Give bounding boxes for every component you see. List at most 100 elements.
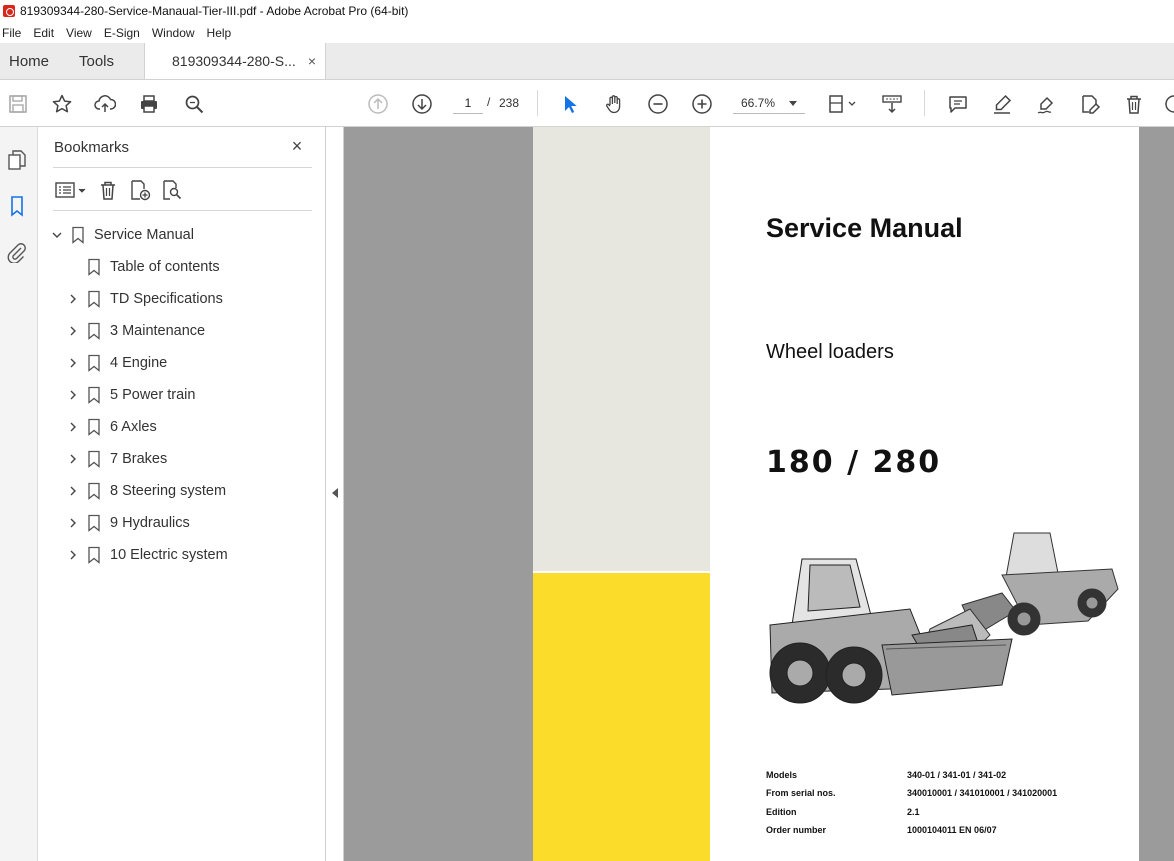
toolbar: 1 / 238 66.7%: [0, 80, 1174, 127]
select-arrow-icon[interactable]: [558, 92, 582, 116]
prev-page-icon[interactable]: [366, 92, 390, 116]
find-bookmark-icon[interactable]: [159, 178, 185, 202]
chevron-right-icon[interactable]: [67, 485, 79, 497]
star-icon[interactable]: [50, 92, 74, 116]
menu-file[interactable]: File: [0, 26, 27, 40]
wheel-loader-illustration: [769, 532, 1119, 704]
bookmark-label: 5 Power train: [110, 387, 196, 403]
bookmark-label: 6 Axles: [110, 419, 157, 435]
bookmark-item[interactable]: 10 Electric system: [39, 539, 326, 571]
scroll-mode-icon[interactable]: [880, 92, 904, 116]
zoom-select[interactable]: 66.7%: [733, 92, 805, 114]
bookmark-item[interactable]: Service Manual: [39, 219, 326, 251]
window-title: 819309344-280-Service-Manaual-Tier-III.p…: [20, 4, 409, 18]
bookmark-label: Table of contents: [110, 259, 220, 275]
page-thumbnails-icon[interactable]: [6, 149, 28, 171]
bookmark-label: 8 Steering system: [110, 483, 227, 499]
more-tools-icon[interactable]: [1162, 92, 1174, 116]
bookmark-label: TD Specifications: [110, 291, 223, 307]
bookmark-item[interactable]: TD Specifications: [39, 283, 326, 315]
bookmark-item[interactable]: Table of contents: [39, 251, 326, 283]
tab-row: Home Tools 819309344-280-S... ×: [0, 43, 1174, 80]
info-key: Models: [766, 770, 798, 780]
info-key: Edition: [766, 806, 797, 817]
bookmark-item[interactable]: 6 Axles: [39, 411, 326, 443]
cover-gray-band: [533, 127, 710, 571]
search-icon[interactable]: [182, 92, 206, 116]
acrobat-logo-icon: [3, 5, 15, 17]
chevron-right-icon[interactable]: [67, 293, 79, 305]
bookmark-icon: [87, 482, 101, 500]
menu-view[interactable]: View: [64, 26, 98, 40]
toolbar-divider: [924, 90, 925, 116]
page-number-input[interactable]: 1: [453, 92, 483, 114]
document-subtitle: Wheel loaders: [766, 341, 894, 363]
tab-document[interactable]: 819309344-280-S... ×: [144, 43, 326, 79]
next-page-icon[interactable]: [410, 92, 434, 116]
panel-collapse-handle[interactable]: [326, 127, 344, 861]
document-viewer[interactable]: Service Manual Wheel loaders 180 / 280 M…: [344, 127, 1174, 861]
tab-tools[interactable]: Tools: [70, 43, 144, 79]
bookmark-item[interactable]: 9 Hydraulics: [39, 507, 326, 539]
zoom-out-icon[interactable]: [646, 92, 670, 116]
chevron-right-icon[interactable]: [67, 517, 79, 529]
save-icon[interactable]: [6, 92, 30, 116]
menu-edit[interactable]: Edit: [31, 26, 60, 40]
chevron-right-icon[interactable]: [67, 453, 79, 465]
chevron-right-icon[interactable]: [67, 389, 79, 401]
bookmark-item[interactable]: 3 Maintenance: [39, 315, 326, 347]
bookmark-item[interactable]: 8 Steering system: [39, 475, 326, 507]
left-rail: [0, 127, 38, 861]
info-value: 1000104011 EN 06/07: [907, 824, 997, 835]
bookmarks-panel: Bookmarks × Service Manual Table of conte…: [39, 127, 326, 861]
hand-icon[interactable]: [602, 92, 626, 116]
document-title: Service Manual: [766, 213, 963, 243]
page-separator: /: [487, 95, 491, 109]
highlight-icon[interactable]: [990, 92, 1014, 116]
info-key: From serial nos.: [766, 788, 836, 799]
bookmark-label: 7 Brakes: [110, 451, 168, 467]
close-panel-icon[interactable]: ×: [288, 137, 306, 155]
bookmark-item[interactable]: 5 Power train: [39, 379, 326, 411]
delete-bookmark-icon[interactable]: [95, 178, 121, 202]
menu-bar: File Edit View E-Sign Window Help: [0, 22, 1174, 43]
bookmark-label: 3 Maintenance: [110, 323, 206, 339]
chevron-right-icon[interactable]: [67, 357, 79, 369]
bookmark-icon: [87, 354, 101, 372]
sign-icon[interactable]: [1034, 92, 1058, 116]
edit-icon[interactable]: [1078, 92, 1102, 116]
info-value: 340010001 / 341010001 / 341020001: [907, 788, 1058, 799]
bookmark-icon: [87, 386, 101, 404]
attachments-icon[interactable]: [6, 241, 28, 263]
menu-help[interactable]: Help: [205, 26, 238, 40]
chevron-down-icon[interactable]: [51, 229, 63, 241]
delete-icon[interactable]: [1122, 92, 1146, 116]
menu-esign[interactable]: E-Sign: [102, 26, 146, 40]
bookmark-item[interactable]: 7 Brakes: [39, 443, 326, 475]
chevron-down-icon: [789, 101, 797, 106]
zoom-in-icon[interactable]: [690, 92, 714, 116]
bookmark-icon: [87, 290, 101, 308]
chevron-right-icon[interactable]: [67, 421, 79, 433]
new-bookmark-icon[interactable]: [127, 178, 153, 202]
bookmark-icon: [87, 450, 101, 468]
bookmark-icon: [87, 322, 101, 340]
page-fit-icon[interactable]: [826, 92, 858, 116]
tab-home[interactable]: Home: [0, 43, 70, 79]
menu-window[interactable]: Window: [150, 26, 201, 40]
bookmarks-icon[interactable]: [6, 195, 28, 217]
close-tab-icon[interactable]: ×: [308, 53, 316, 69]
print-icon[interactable]: [137, 92, 161, 116]
document-model: 180 / 280: [766, 445, 942, 480]
bookmark-options-icon[interactable]: [53, 178, 89, 202]
chevron-right-icon[interactable]: [67, 549, 79, 561]
bookmark-tools: [53, 177, 191, 203]
bookmark-label: Service Manual: [94, 227, 194, 243]
bookmark-icon: [87, 418, 101, 436]
chevron-right-icon[interactable]: [67, 325, 79, 337]
info-value: 2.1: [907, 806, 920, 817]
upload-icon[interactable]: [93, 92, 117, 116]
bookmark-label: 4 Engine: [110, 355, 168, 371]
bookmark-item[interactable]: 4 Engine: [39, 347, 326, 379]
comment-icon[interactable]: [946, 92, 970, 116]
